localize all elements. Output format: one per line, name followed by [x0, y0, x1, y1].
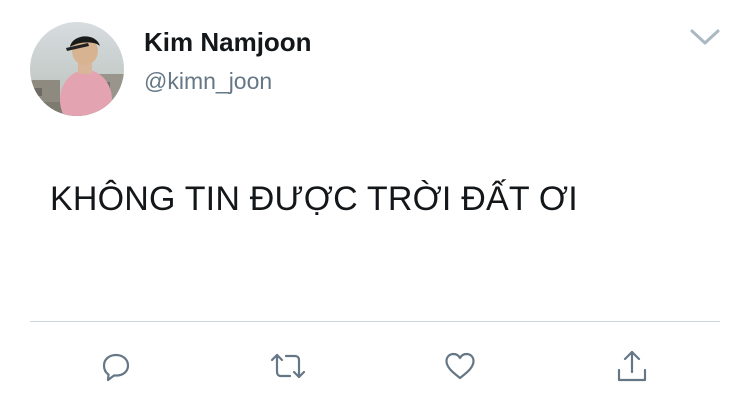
display-name[interactable]: Kim Namjoon	[144, 27, 312, 58]
share-icon	[617, 350, 647, 382]
retweet-button[interactable]	[268, 346, 308, 386]
reply-button[interactable]	[96, 346, 136, 386]
divider	[30, 321, 720, 322]
reply-bubble-icon	[102, 353, 130, 382]
like-button[interactable]	[440, 346, 480, 386]
retweet-icon	[270, 353, 306, 379]
share-button[interactable]	[612, 346, 652, 386]
heart-icon	[445, 352, 475, 380]
avatar-photo	[30, 22, 124, 116]
avatar[interactable]	[30, 22, 124, 116]
user-handle[interactable]: @kimn_joon	[144, 68, 272, 95]
chevron-down-icon[interactable]	[688, 26, 722, 48]
tweet-text: KHÔNG TIN ĐƯỢC TRỜI ĐẤT ƠI	[50, 180, 578, 218]
